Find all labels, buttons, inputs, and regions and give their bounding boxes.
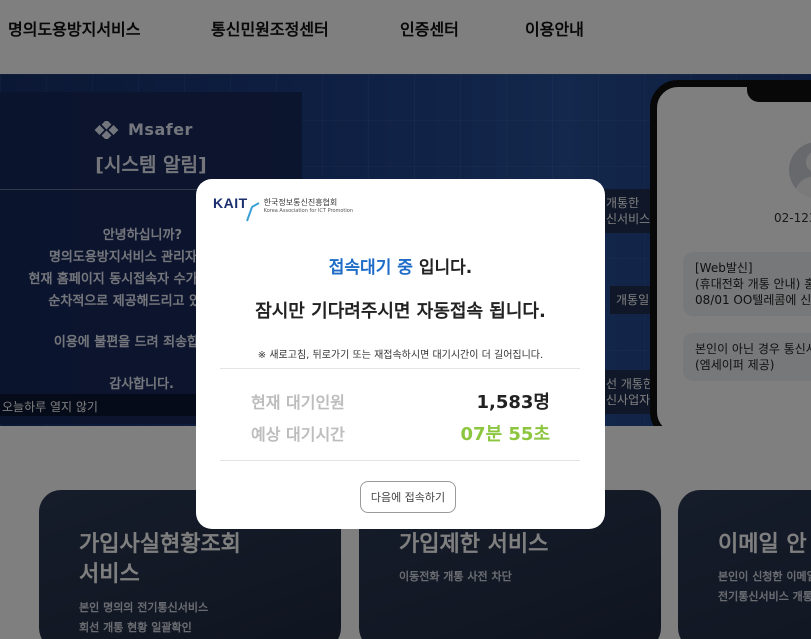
kait-logo-mark: KAIT [213, 195, 248, 211]
kait-logo: KAIT 한국정보통신진흥협회 Korea Association for IC… [213, 195, 353, 223]
auto-connect-message: 잠시만 기다려주시면 자동접속 됩니다. [255, 301, 546, 322]
kait-logo-korean: 한국정보통신진흥협회 [263, 198, 338, 207]
estimated-wait-label: 예상 대기시간 [251, 425, 345, 444]
estimated-wait-value: 07분 55초 [460, 424, 550, 445]
divider [220, 368, 580, 369]
waiting-status-suffix: 입니다. [412, 258, 473, 278]
kait-logo-english: Korea Association for ICT Promotion [263, 208, 354, 214]
refresh-warning-note: ※ 새로고침, 뒤로가기 또는 재접속하시면 대기시간이 더 길어집니다. [257, 350, 544, 361]
waiting-count-label: 현재 대기인원 [251, 393, 345, 412]
waiting-status-highlight: 접속대기 중 [328, 258, 413, 278]
waiting-status-text: 접속대기 중 입니다. [196, 253, 605, 278]
page: 명의도용방지서비스 통신민원조정센터 인증센터 이용안내 Msafer [시스템… [0, 0, 811, 639]
divider [220, 460, 580, 461]
waiting-queue-modal: KAIT 한국정보통신진흥협회 Korea Association for IC… [196, 179, 605, 529]
kait-swoosh-icon [245, 202, 260, 222]
waiting-count-value: 1,583명 [476, 392, 551, 413]
connect-later-button[interactable]: 다음에 접속하기 [360, 481, 456, 513]
